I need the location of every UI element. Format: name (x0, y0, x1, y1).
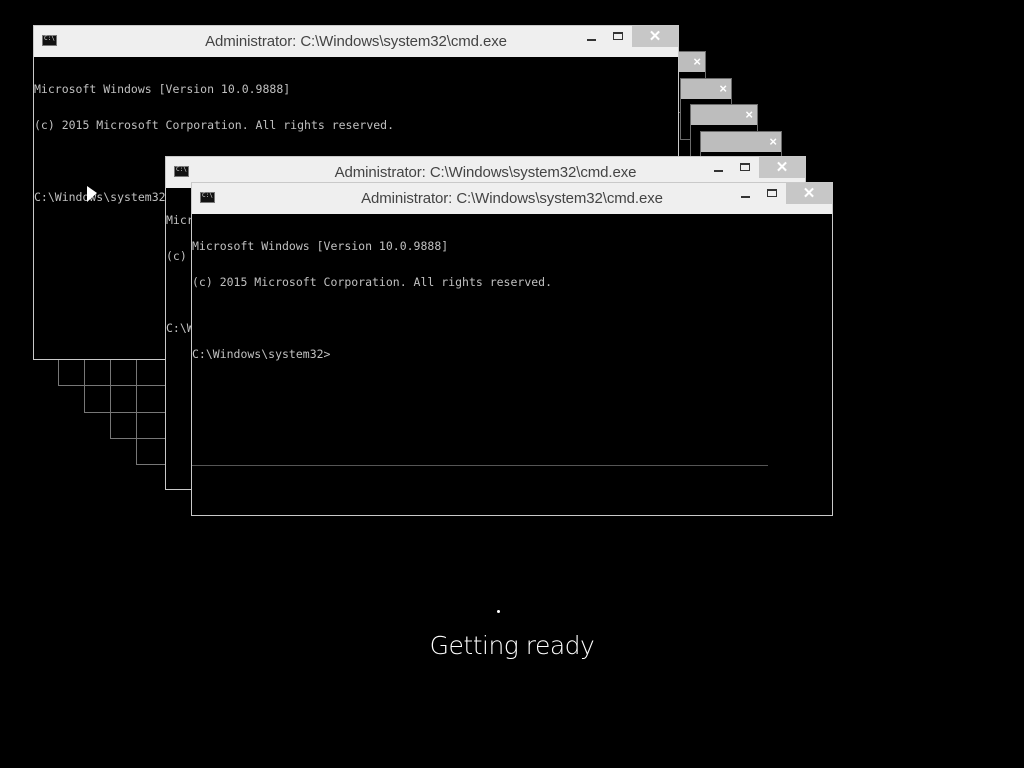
cmd-window-front[interactable]: Administrator: C:\Windows\system32\cmd.e… (191, 182, 833, 516)
close-icon: × (693, 54, 701, 69)
minimize-button[interactable] (732, 183, 759, 204)
console-line: (c) 2015 Microsoft Corporation. All righ… (192, 275, 553, 289)
close-icon: × (769, 134, 777, 149)
close-button[interactable]: ✕ (759, 157, 805, 178)
status-text: Getting ready (429, 631, 595, 660)
minimize-button[interactable] (578, 26, 605, 47)
console-line: (c) 2015 Microsoft Corporation. All righ… (34, 118, 395, 132)
console-line: Microsoft Windows [Version 10.0.9888] (192, 239, 449, 253)
maximize-button[interactable] (759, 183, 786, 204)
title-bar[interactable]: Administrator: C:\Windows\system32\cmd.e… (34, 26, 678, 57)
title-bar[interactable]: Administrator: C:\Windows\system32\cmd.e… (192, 183, 832, 214)
close-button[interactable]: ✕ (632, 26, 678, 47)
maximize-button[interactable] (732, 157, 759, 178)
console-prompt: C:\Windows\system32> (192, 347, 331, 361)
ghost-line (192, 465, 768, 466)
console-output[interactable]: Microsoft Windows [Version 10.0.9888] (c… (192, 214, 832, 515)
maximize-button[interactable] (605, 26, 632, 47)
console-line: Microsoft Windows [Version 10.0.9888] (34, 82, 291, 96)
close-icon: × (719, 81, 727, 96)
loading-indicator-dot (497, 610, 500, 613)
close-icon: × (745, 107, 753, 122)
close-button[interactable]: ✕ (786, 183, 832, 204)
minimize-button[interactable] (705, 157, 732, 178)
